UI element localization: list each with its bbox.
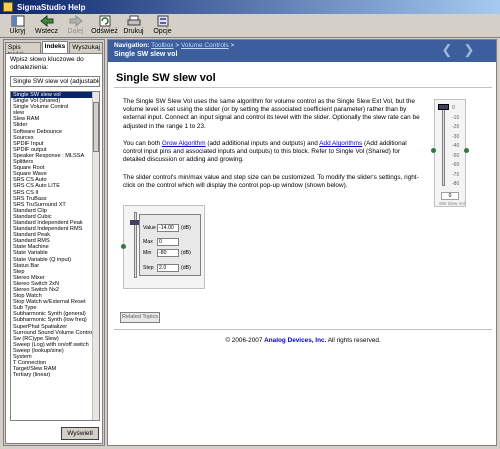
title-divider [114, 87, 492, 88]
breadcrumb-link-toolbox[interactable]: Toolbox [151, 42, 173, 49]
value-field: -14.00 [157, 223, 179, 232]
index-list-item[interactable]: Tertiary (linear) [11, 372, 93, 378]
options-icon [157, 15, 168, 27]
add-algorithms-link[interactable]: Add Algorithms [319, 140, 362, 147]
slider-track [442, 106, 445, 186]
figure-caption: SW Slew Vol [439, 201, 465, 206]
back-button[interactable]: Wstecz [32, 15, 61, 37]
popup-row-step: Step 2.0 (dB) [143, 263, 191, 272]
max-field: 0 [157, 237, 179, 246]
topic-header: Navigation: Toolbox > Volume Controls > … [108, 40, 496, 62]
keyword-list[interactable]: Single SW slew vol Single Vol (shared) Sin… [10, 91, 100, 421]
slider-tick-label: -30 [452, 133, 460, 140]
window-title: SigmaStudio Help [17, 2, 86, 12]
back-icon [39, 15, 53, 27]
forward-button[interactable]: Dalej [61, 15, 90, 37]
index-panel: Wpisz słowo kluczowe do odnalezienia: Si… [5, 53, 103, 444]
app-icon [3, 2, 13, 12]
analog-devices-link[interactable]: Analog Devices, Inc. [264, 337, 326, 344]
refresh-button[interactable]: Odśwież [90, 15, 119, 37]
breadcrumb: Navigation: Toolbox > Volume Controls > [114, 42, 235, 49]
toolbar: Ukryj Wstecz Dalej Odśwież Drukuj Opcje [0, 14, 500, 38]
navigation-pane: Spis treści Indeks Wyszukaj Wpisz słowo … [3, 39, 105, 446]
header-topic-title: Single SW slew vol [114, 51, 178, 58]
min-field: -80 [157, 248, 179, 257]
slider-tick-label: -80 [452, 181, 460, 187]
slider-value: 0 [441, 192, 459, 200]
popup-row-min: Min -80 (dB) [143, 248, 191, 257]
show-button[interactable]: Wyświetl [61, 427, 99, 440]
slider-tick-label: -60 [452, 162, 460, 168]
slider-tick-label: -40 [452, 143, 460, 149]
keyword-list-scrollbar[interactable] [92, 92, 99, 420]
forward-icon [69, 15, 83, 27]
hide-button[interactable]: Ukryj [3, 15, 32, 37]
slider-settings-popup: Value -14.00 (dB) Max 0 Min -80 (dB) Ste… [139, 214, 201, 276]
previous-topic-icon[interactable]: ❮ [440, 43, 454, 57]
input-pin-icon [431, 148, 436, 153]
grow-algorithm-link[interactable]: Grow Algorithm [162, 140, 206, 147]
copyright-notice: © 2006-2007 Analog Devices, Inc. All rig… [225, 337, 381, 344]
scrollbar-thumb[interactable] [93, 102, 99, 152]
popup-row-value: Value -14.00 (dB) [143, 223, 191, 232]
hide-icon [11, 15, 24, 27]
paragraph-1: The Single SW Slew Vol uses the same alg… [123, 98, 420, 130]
next-topic-icon[interactable]: ❯ [462, 43, 476, 57]
print-button[interactable]: Drukuj [119, 15, 148, 37]
topic-pane: Navigation: Toolbox > Volume Controls > … [107, 39, 497, 446]
input-pin-icon [121, 244, 126, 249]
refresh-icon [99, 15, 110, 27]
related-topics-button[interactable]: Related Topics [120, 312, 160, 323]
paragraph-2: You can both Grow Algorithm (add additio… [123, 140, 407, 164]
slider-block-figure: 0 -10 -20 -30 -40 -50 -60 -70 -80 0 SW Slew Vol [431, 99, 469, 207]
print-icon [127, 15, 140, 26]
slider-knob [438, 104, 449, 110]
popup-row-max: Max 0 [143, 237, 181, 246]
page-title: Single SW slew vol [116, 72, 216, 84]
step-field: 2.0 [157, 263, 179, 272]
slider-tick-label: -20 [452, 124, 460, 130]
slider-tick-label: -70 [452, 171, 460, 178]
breadcrumb-link-volume-controls[interactable]: Volume Controls [181, 42, 229, 49]
index-list-item[interactable]: Subharmonic Synth (low freq) [11, 317, 93, 323]
keyword-items: Single SW slew vol Single Vol (shared) Sin… [11, 92, 93, 378]
index-list-item[interactable]: Surround Sound Volume Contro [11, 330, 93, 336]
paragraph-3: The slider control's min/max value and s… [123, 174, 419, 190]
output-pin-icon [464, 148, 469, 153]
slider-tick-label: 0 [452, 105, 455, 111]
keyword-hint: Wpisz słowo kluczowe do odnalezienia: [10, 56, 84, 71]
footer-divider [114, 329, 492, 330]
slider-tick-label: -50 [452, 152, 460, 159]
slider-popup-figure: ▲ Value -14.00 (dB) Max 0 Min -80 (dB) S… [121, 205, 205, 289]
slider-tick-label: -10 [452, 114, 460, 121]
keyword-input[interactable]: Single SW slew vol (adjustable) [10, 76, 100, 87]
options-button[interactable]: Opcje [148, 15, 177, 37]
window-titlebar: SigmaStudio Help [0, 0, 500, 14]
